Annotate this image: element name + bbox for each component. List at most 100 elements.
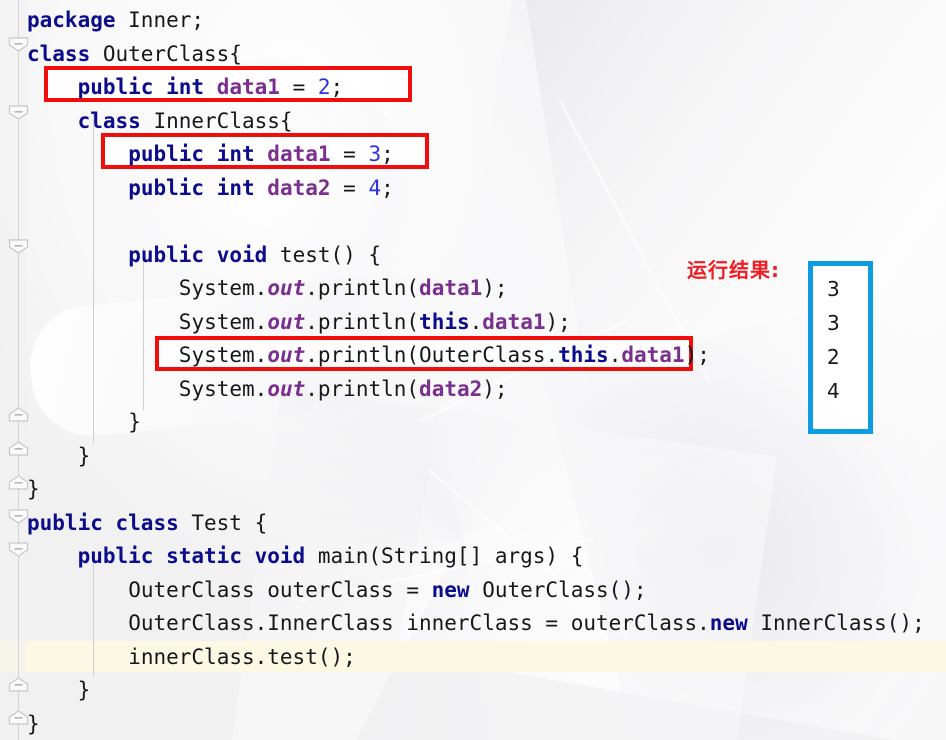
code-token: data1 xyxy=(267,142,331,166)
fold-expand-icon[interactable] xyxy=(8,542,29,557)
fold-expand-icon[interactable] xyxy=(8,105,29,120)
code-token: Test { xyxy=(178,510,268,535)
code-token: int xyxy=(166,75,205,99)
code-token: ; xyxy=(381,142,394,166)
code-line[interactable]: public int data1 = 2; xyxy=(78,71,344,105)
code-token: data1 xyxy=(482,309,546,334)
code-token: public xyxy=(128,142,205,166)
run-result-value: 2 xyxy=(827,345,840,369)
run-result-value: 3 xyxy=(827,277,840,301)
code-token: public xyxy=(128,242,205,267)
fold-expand-icon[interactable] xyxy=(8,239,29,254)
code-token: out xyxy=(267,309,306,334)
code-line[interactable]: } xyxy=(27,708,40,740)
code-line[interactable]: } xyxy=(78,674,91,708)
code-token: OuterClass.InnerClass innerClass = outer… xyxy=(128,611,710,635)
fold-collapse-icon[interactable] xyxy=(8,407,29,422)
run-result-box: 3 3 2 4 xyxy=(808,261,873,434)
code-line[interactable]: System.out.println(OuterClass.this.data1… xyxy=(179,339,710,373)
code-token: data1 xyxy=(621,343,685,367)
code-line[interactable]: System.out.println(data2); xyxy=(179,373,508,407)
code-token: } xyxy=(77,443,91,468)
run-result-label: 运行结果: xyxy=(687,258,780,282)
code-line[interactable]: } xyxy=(78,440,91,474)
code-line[interactable]: package Inner; xyxy=(27,4,204,38)
run-result-value: 3 xyxy=(827,311,840,335)
fold-collapse-icon[interactable] xyxy=(8,475,29,490)
code-token: data2 xyxy=(267,175,331,200)
code-line[interactable]: } xyxy=(128,406,141,440)
code-token: out xyxy=(267,343,306,367)
code-token: System. xyxy=(178,276,268,300)
code-token: OuterClass{ xyxy=(90,41,242,66)
code-token: data1 xyxy=(216,75,280,99)
code-token: .println( xyxy=(305,309,420,334)
code-token: ); xyxy=(482,376,508,401)
code-token: = xyxy=(330,175,369,200)
code-token: void xyxy=(216,242,268,267)
code-token: int xyxy=(216,175,255,200)
code-token: this xyxy=(419,309,470,334)
fold-collapse-icon[interactable] xyxy=(8,677,29,692)
code-line[interactable]: public class Test { xyxy=(27,507,267,541)
code-line[interactable]: public static void main(String[] args) { xyxy=(78,540,584,574)
code-line[interactable]: public int data1 = 3; xyxy=(128,138,394,172)
code-token: OuterClass outerClass = xyxy=(128,577,432,602)
code-editor-screenshot: package Inner; class OuterClass{public in… xyxy=(0,0,946,740)
code-line[interactable]: System.out.println(this.data1); xyxy=(179,306,571,340)
code-token: public xyxy=(77,544,154,568)
code-token: main(String[] args) { xyxy=(305,544,584,568)
run-result-value: 4 xyxy=(827,379,840,403)
code-token: public xyxy=(77,75,154,99)
code-line[interactable]: class OuterClass{ xyxy=(27,38,242,72)
code-line[interactable]: } xyxy=(27,473,40,507)
code-token: ); xyxy=(684,343,710,367)
code-token: test() { xyxy=(267,242,382,267)
code-line[interactable]: public void test() { xyxy=(128,239,381,273)
code-line[interactable]: System.out.println(data1); xyxy=(179,272,508,306)
indent-guide-2 xyxy=(143,248,144,410)
code-token: OuterClass(); xyxy=(469,577,647,602)
code-token: int xyxy=(216,142,255,166)
code-token: 3 xyxy=(368,142,382,166)
code-token: innerClass.test(); xyxy=(128,644,356,669)
indent-guide-1 xyxy=(93,113,94,443)
code-token: static xyxy=(166,544,242,568)
code-token: ; xyxy=(381,175,394,200)
code-token: ); xyxy=(545,309,571,334)
code-line[interactable]: class InnerClass{ xyxy=(78,105,293,139)
code-token: } xyxy=(27,711,40,736)
code-token: . xyxy=(469,309,483,334)
code-token: } xyxy=(27,477,40,501)
code-line[interactable]: OuterClass outerClass = new OuterClass()… xyxy=(128,574,646,608)
code-token: System. xyxy=(178,343,268,367)
code-token: data1 xyxy=(419,276,483,300)
code-line[interactable]: OuterClass.InnerClass innerClass = outer… xyxy=(128,607,925,641)
code-token: public xyxy=(27,510,103,535)
code-token: package xyxy=(27,8,116,32)
code-token: = xyxy=(330,142,369,166)
code-token: data2 xyxy=(419,376,483,401)
fold-collapse-icon[interactable] xyxy=(8,441,29,456)
code-token: out xyxy=(267,376,306,401)
code-line[interactable]: public int data2 = 4; xyxy=(128,172,394,206)
code-line[interactable]: innerClass.test(); xyxy=(128,641,356,675)
code-token: new xyxy=(431,577,470,602)
fold-expand-icon[interactable] xyxy=(8,509,29,524)
code-token: } xyxy=(77,678,91,702)
code-token: ; xyxy=(330,75,344,99)
code-token: class xyxy=(115,510,179,535)
code-token: .println(OuterClass. xyxy=(305,343,559,367)
code-token: 2 xyxy=(317,75,331,99)
fold-collapse-icon[interactable] xyxy=(8,710,29,725)
code-token: } xyxy=(128,410,141,434)
fold-expand-icon[interactable] xyxy=(8,37,29,52)
